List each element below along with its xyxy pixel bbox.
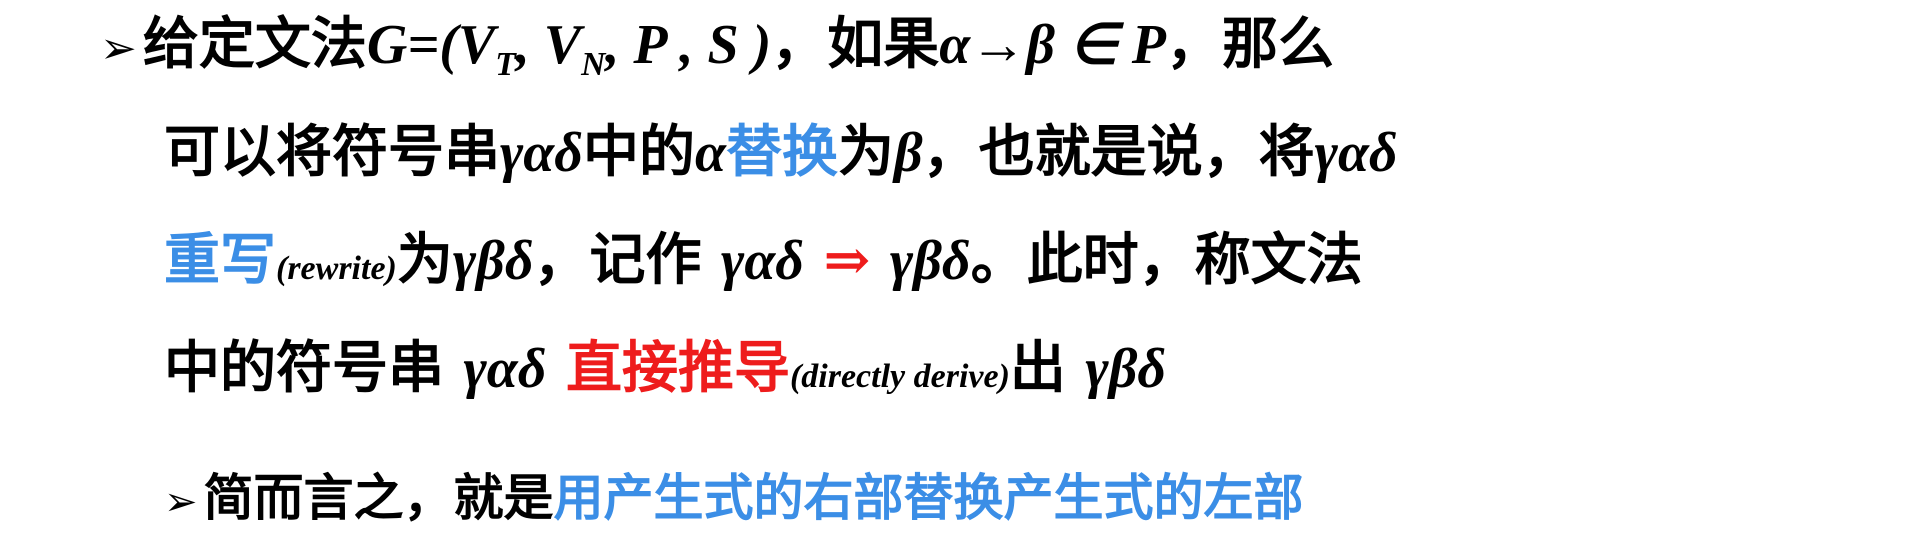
keyword-rewrite: 重写 bbox=[164, 227, 276, 293]
text-segment: 中的 bbox=[582, 119, 695, 185]
math-symbol: γαδ bbox=[500, 122, 583, 184]
summary-highlight: 用产生式的右部替换产生式的左部 bbox=[553, 468, 1304, 527]
math-symbol: α bbox=[694, 122, 726, 184]
arrow-bullet-icon: ➢ bbox=[100, 23, 137, 74]
math-symbol: γβδ bbox=[889, 230, 971, 292]
math-symbol: γαδ bbox=[1314, 122, 1398, 184]
math-symbol: γαδ bbox=[463, 338, 547, 400]
keyword-direct-derive: 直接推导 bbox=[546, 335, 790, 401]
subscript-n: N bbox=[581, 45, 606, 83]
grammar-open: G=(V bbox=[366, 14, 496, 76]
math-symbol: γβδ bbox=[1085, 338, 1167, 400]
text-segment: ，也就是说，将 bbox=[922, 119, 1315, 185]
slide: ➢ 给定文法G=(VT, VN, P , S )，如果α→β ∈ P，那么 可以将… bbox=[0, 0, 1920, 554]
math-symbol: γβδ bbox=[452, 230, 534, 292]
paragraph-line-5: ➢ 简而言之，就是用产生式的右部替换产生式的左部 bbox=[164, 462, 1304, 538]
arrow-bullet-icon: ➢ bbox=[164, 479, 198, 525]
grammar-vn: , V bbox=[515, 14, 582, 76]
text-segment: ，记作 bbox=[533, 227, 722, 293]
grammar-notation: G=(VT, VN, P , S ) bbox=[366, 14, 772, 83]
text-segment: ，那么 bbox=[1165, 11, 1334, 77]
text-segment: 简而言之，就是 bbox=[203, 468, 554, 527]
keyword-replace: 替换 bbox=[725, 119, 838, 185]
paragraph-line-2: 可以将符号串γαδ中的α替换为β，也就是说，将γαδ bbox=[164, 116, 1398, 189]
subscript-t: T bbox=[495, 45, 516, 83]
derive-arrow-icon: ⇒ bbox=[804, 227, 890, 293]
term-english: (directly derive) bbox=[789, 358, 1010, 395]
text-segment: 中的符号串 bbox=[164, 335, 464, 401]
text-segment: 出 bbox=[1009, 335, 1086, 401]
paragraph-line-3: 重写(rewrite)为γβδ，记作 γαδ ⇒ γβδ。此时，称文法 bbox=[164, 224, 1363, 305]
paragraph-line-4: 中的符号串 γαδ 直接推导(directly derive)出 γβδ bbox=[164, 332, 1166, 413]
production-rule: α→β ∈ P bbox=[939, 14, 1166, 76]
text-segment: 给定文法 bbox=[142, 11, 367, 77]
math-symbol: β bbox=[893, 122, 923, 184]
text-segment: 为 bbox=[837, 119, 894, 185]
grammar-rest: , P , S ) bbox=[605, 14, 772, 76]
text-segment: ，如果 bbox=[771, 11, 940, 77]
math-symbol: γαδ bbox=[721, 230, 804, 292]
text-segment: 可以将符号串 bbox=[164, 119, 500, 185]
text-segment: 。此时，称文法 bbox=[970, 227, 1363, 293]
paragraph-line-1: ➢ 给定文法G=(VT, VN, P , S )，如果α→β ∈ P，那么 bbox=[100, 8, 1334, 101]
text-segment: 为 bbox=[396, 227, 453, 293]
term-english: (rewrite) bbox=[276, 250, 397, 287]
